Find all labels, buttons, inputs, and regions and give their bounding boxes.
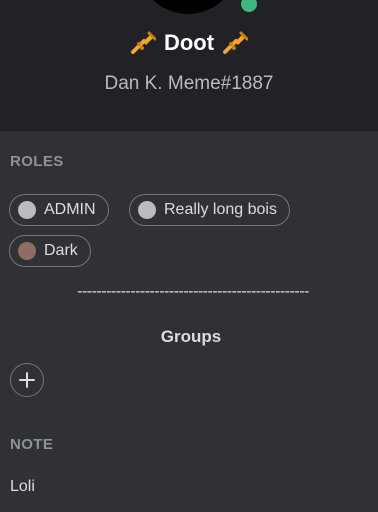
display-name: Doot	[0, 30, 378, 56]
role-pill-really-long-bois[interactable]: Really long bois	[129, 194, 290, 226]
note-title: NOTE	[10, 436, 54, 453]
username: Dan K. Meme#1887	[0, 73, 378, 95]
role-color-dot	[18, 201, 36, 219]
display-name-text: Doot	[163, 30, 215, 55]
plus-icon	[19, 372, 35, 388]
username-discriminator: #1887	[220, 73, 274, 94]
avatar[interactable]	[138, 0, 238, 14]
trumpet-icon	[223, 31, 249, 54]
role-label: Dark	[44, 242, 78, 259]
role-label: ADMIN	[44, 201, 96, 218]
online-status-icon	[236, 0, 262, 17]
username-name: Dan K. Meme	[104, 73, 221, 94]
role-color-dot	[18, 242, 36, 260]
profile-header: Doot Dan K. Meme#1887	[0, 0, 378, 131]
note-input[interactable]: Loli	[10, 478, 35, 496]
roles-title: ROLES	[10, 153, 64, 170]
role-pill-admin[interactable]: ADMIN	[9, 194, 109, 226]
trumpet-icon	[130, 31, 156, 54]
add-group-button[interactable]	[10, 363, 44, 397]
role-pill-dark[interactable]: Dark	[9, 235, 91, 267]
groups-title: Groups	[160, 327, 222, 346]
groups-separator: ----------------------------------------…	[77, 283, 309, 300]
role-label: Really long bois	[164, 201, 277, 218]
role-color-dot	[138, 201, 156, 219]
